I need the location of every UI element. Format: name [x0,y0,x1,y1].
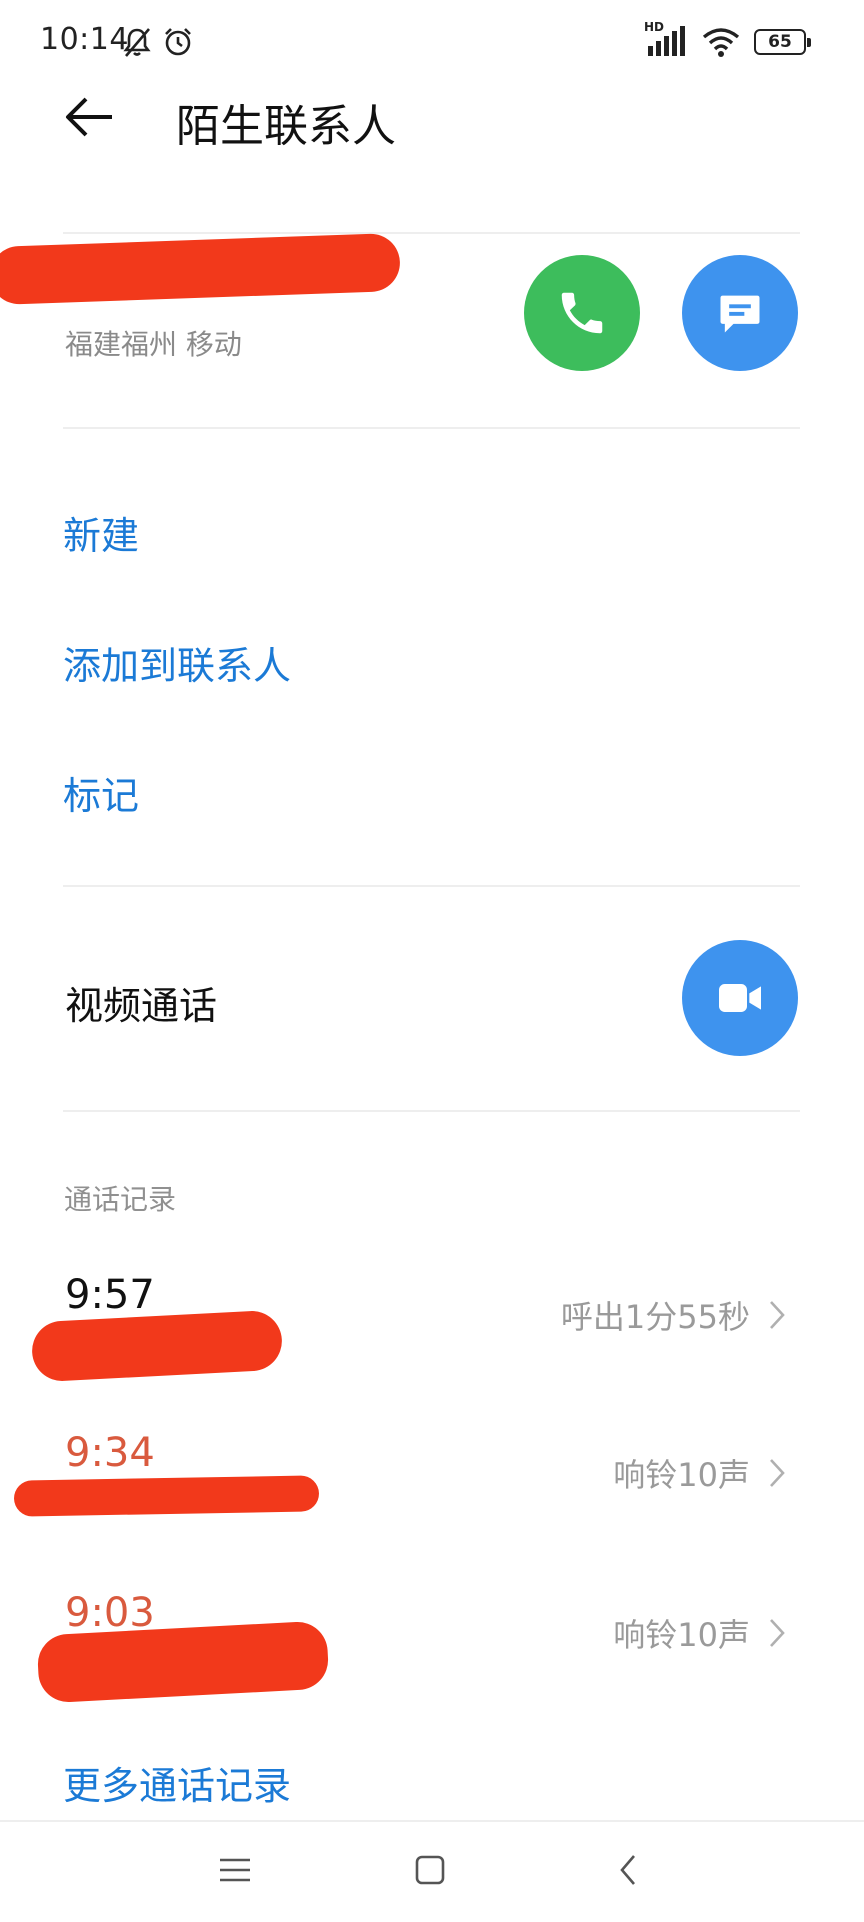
call-detail: 响铃10声 [613,1610,786,1656]
new-contact-link[interactable]: 新建 [63,505,139,560]
divider [63,427,800,429]
add-to-contacts-link[interactable]: 添加到联系人 [63,635,291,690]
call-log-title: 通话记录 [64,1183,177,1216]
back-button[interactable] [62,92,118,142]
alarm-icon [165,28,191,56]
chevron-right-icon [770,1459,785,1487]
message-button[interactable] [682,255,798,371]
call-button[interactable] [524,255,640,371]
page-title: 陌生联系人 [176,101,396,152]
redaction-mark [0,232,401,306]
divider [63,232,800,234]
battery-level: 65 [768,32,792,52]
call-detail: 响铃10声 [613,1450,786,1496]
status-left-icons [122,26,194,58]
home-button[interactable] [400,1845,460,1895]
call-detail: 呼出1分55秒 [561,1292,786,1338]
chevron-left-icon [620,1855,635,1885]
chevron-right-icon [770,1619,785,1647]
redaction-mark [13,1475,320,1517]
status-time: 10:14 [40,22,129,57]
video-call-label: 视频通话 [65,984,218,1028]
phone-icon [561,292,603,334]
video-camera-icon [719,984,761,1012]
video-call-button[interactable] [682,940,798,1056]
bell-off-icon [123,28,151,57]
call-detail-text: 响铃10声 [613,1456,750,1494]
signal-icon: HD [644,20,688,58]
wifi-icon [702,28,740,57]
nav-back-button[interactable] [598,1845,658,1895]
call-detail-text: 响铃10声 [613,1616,750,1654]
mark-link[interactable]: 标记 [63,765,139,820]
call-time: 9:57 [65,1272,155,1318]
message-icon [720,295,760,333]
more-call-log-link[interactable]: 更多通话记录 [63,1755,291,1810]
chevron-right-icon [770,1301,785,1329]
divider [63,885,800,887]
call-time: 9:34 [65,1430,155,1476]
menu-button[interactable] [205,1845,265,1895]
caller-location: 福建福州 移动 [65,328,242,361]
menu-icon [220,1858,250,1882]
call-detail-text: 呼出1分55秒 [560,1298,750,1336]
battery-icon: 65 [754,29,811,55]
divider [63,1110,800,1112]
status-right-icons: HD 65 [644,20,811,58]
arrow-left-icon [66,97,112,137]
home-square-icon [415,1855,445,1885]
